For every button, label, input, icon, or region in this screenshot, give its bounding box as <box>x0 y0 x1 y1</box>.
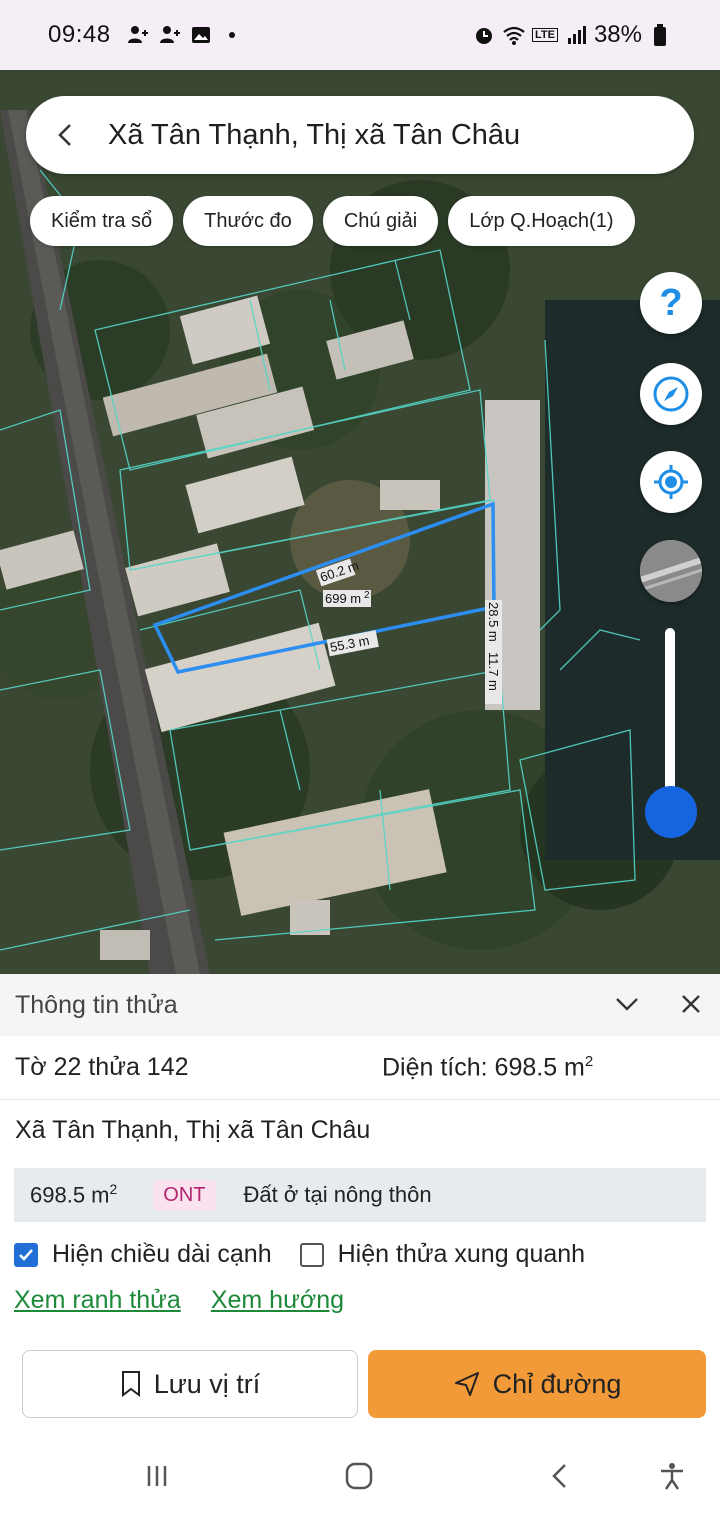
edge-right-label-2: 11.7 m <box>486 652 501 691</box>
system-icons: LTE 38% <box>472 21 672 49</box>
map-area-label: 699 m <box>325 591 361 606</box>
status-time: 09:48 <box>48 21 111 48</box>
chip-ruler[interactable]: Thước đo <box>183 196 313 246</box>
battery-percent: 38% <box>593 21 642 48</box>
compass-button[interactable] <box>640 363 702 425</box>
location-title-bar[interactable]: Xã Tân Thạnh, Thị xã Tân Châu <box>26 96 694 174</box>
parcel-summary-row: Tờ 22 thửa 142 Diện tích: 698.5 m2 <box>0 1036 720 1100</box>
show-edges-label[interactable]: Hiện chiều dài cạnh <box>52 1240 272 1269</box>
tool-chips: Kiểm tra sổ Thước đo Chú giải Lớp Q.Hoạc… <box>30 196 635 246</box>
person-add-icon <box>157 23 181 47</box>
accessibility-icon[interactable] <box>652 1456 692 1496</box>
parcel-area: Diện tích: 698.5 m2 <box>382 1052 594 1082</box>
land-type: Đất ở tại nông thôn <box>243 1182 432 1207</box>
save-location-label: Lưu vị trí <box>153 1368 261 1399</box>
back-arrow-icon[interactable] <box>52 121 80 149</box>
signal-icon <box>564 23 588 47</box>
chip-planning-layer[interactable]: Lớp Q.Hoạch(1) <box>448 196 635 246</box>
view-boundary-link[interactable]: Xem ranh thửa <box>14 1286 181 1315</box>
my-location-button[interactable] <box>640 451 702 513</box>
location-title: Xã Tân Thạnh, Thị xã Tân Châu <box>108 118 521 151</box>
person-add-icon <box>125 23 149 47</box>
edge-right-label: 28.5 m <box>486 602 501 642</box>
view-direction-link[interactable]: Xem hướng <box>211 1286 344 1315</box>
display-options: Hiện chiều dài cạnh Hiện thửa xung quanh <box>14 1240 585 1269</box>
notification-icons <box>125 23 235 47</box>
alarm-icon <box>472 23 496 47</box>
image-icon <box>189 23 213 47</box>
more-notifications-dot <box>228 32 235 38</box>
land-use-row: 698.5 m2 ONT Đất ở tại nông thôn <box>14 1168 706 1222</box>
zoom-slider-thumb[interactable] <box>645 786 697 838</box>
directions-label: Chỉ đường <box>492 1368 622 1399</box>
panel-title: Thông tin thửa <box>15 990 178 1019</box>
bookmark-icon <box>121 1371 140 1397</box>
show-neighbors-checkbox[interactable] <box>299 1242 324 1267</box>
back-icon[interactable] <box>541 1456 581 1496</box>
save-location-button[interactable]: Lưu vị trí <box>22 1350 358 1418</box>
parcel-address: Xã Tân Thạnh, Thị xã Tân Châu <box>15 1116 371 1144</box>
chip-check-book[interactable]: Kiểm tra sổ <box>30 196 174 246</box>
status-bar: 09:48 LTE 38% <box>0 0 720 70</box>
home-icon[interactable] <box>339 1456 379 1496</box>
locate-icon <box>654 465 688 499</box>
chip-legend[interactable]: Chú giải <box>322 196 439 246</box>
parcel-number: Tờ 22 thửa 142 <box>15 1053 189 1081</box>
help-button[interactable]: ? <box>640 272 702 334</box>
battery-icon <box>648 23 672 47</box>
land-code-badge: ONT <box>153 1179 216 1211</box>
compass-icon <box>653 376 689 412</box>
land-area: 698.5 m2 <box>30 1181 118 1208</box>
directions-button[interactable]: Chỉ đường <box>368 1350 706 1418</box>
wifi-icon <box>502 23 526 47</box>
system-nav-bar <box>0 1434 720 1521</box>
show-edges-checkbox[interactable] <box>14 1242 38 1267</box>
parcel-panel-header: Thông tin thửa <box>0 974 720 1036</box>
layer-thumb <box>640 540 702 602</box>
lte-label: LTE <box>531 28 558 42</box>
chevron-down-icon[interactable] <box>613 990 641 1018</box>
recent-apps-icon[interactable] <box>137 1456 177 1496</box>
send-icon <box>454 1372 479 1396</box>
svg-text:2: 2 <box>364 590 370 601</box>
show-neighbors-label[interactable]: Hiện thửa xung quanh <box>338 1240 585 1269</box>
help-icon: ? <box>659 282 683 324</box>
layer-toggle-button[interactable] <box>640 540 702 602</box>
close-icon[interactable] <box>677 990 705 1018</box>
parcel-links: Xem ranh thửa Xem hướng <box>14 1286 344 1315</box>
